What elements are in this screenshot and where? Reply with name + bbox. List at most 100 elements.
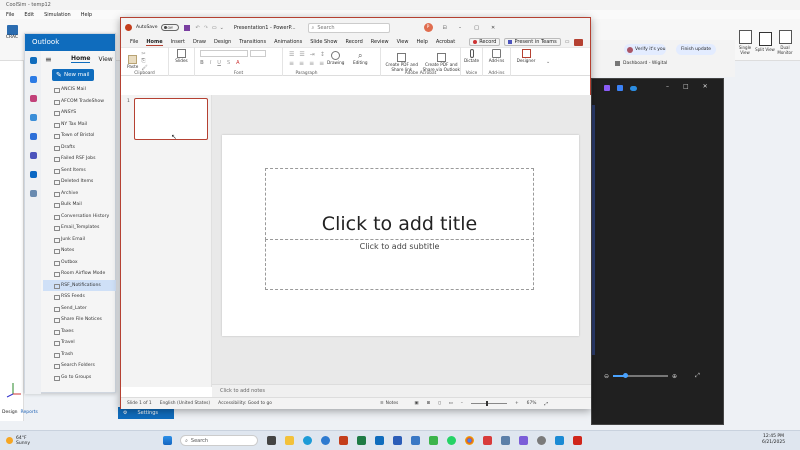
minimize-icon[interactable]: – bbox=[459, 25, 462, 31]
tab-draw[interactable]: Draw bbox=[193, 39, 206, 45]
copilot-icon[interactable] bbox=[29, 95, 37, 102]
teams-icon[interactable] bbox=[518, 436, 528, 445]
edge-icon[interactable] bbox=[302, 436, 312, 445]
dictate-button[interactable]: Dictate bbox=[461, 49, 482, 64]
tab-transitions[interactable]: Transitions bbox=[239, 39, 266, 45]
folder-item[interactable]: Bulk Mail bbox=[43, 199, 116, 211]
calendar-icon[interactable] bbox=[29, 76, 37, 83]
close-icon[interactable]: ✕ bbox=[491, 25, 495, 31]
maps-icon[interactable] bbox=[482, 436, 492, 445]
snipping-icon[interactable] bbox=[554, 436, 564, 445]
line-spacing-icon[interactable]: ↕ bbox=[320, 51, 325, 58]
bullets-icon[interactable]: ☰ bbox=[289, 51, 294, 58]
notes-pane[interactable]: Click to add notes bbox=[212, 384, 591, 397]
tab-animations[interactable]: Animations bbox=[274, 39, 302, 45]
align-left-icon[interactable]: ≡ bbox=[289, 60, 294, 67]
tab-view[interactable]: View bbox=[397, 39, 409, 45]
tab-design[interactable]: Design bbox=[214, 39, 231, 45]
taskbar-search[interactable]: ⌕ Search bbox=[180, 435, 259, 446]
apps-icon[interactable] bbox=[29, 190, 37, 197]
onedrive-icon[interactable] bbox=[29, 171, 37, 178]
dual-monitor-button[interactable]: Dual Monitor bbox=[775, 29, 795, 55]
italic-icon[interactable]: I bbox=[210, 60, 211, 66]
finish-update-button[interactable]: Finish update bbox=[676, 44, 716, 55]
align-center-icon[interactable]: ≡ bbox=[299, 60, 304, 67]
folder-item[interactable]: RSS Feeds bbox=[43, 291, 116, 303]
powerpoint-icon[interactable] bbox=[338, 436, 348, 445]
folder-item[interactable]: Go to Groups bbox=[43, 372, 116, 384]
new-mail-button[interactable]: ✎ New mail bbox=[52, 69, 94, 81]
crac-tool[interactable]: CRAC bbox=[4, 25, 20, 40]
slideshow-icon[interactable]: ▭ bbox=[449, 401, 453, 406]
zoom-slider[interactable] bbox=[470, 401, 507, 406]
folder-item[interactable]: NY Tax Mail bbox=[43, 119, 116, 131]
menu-simulation[interactable]: Simulation bbox=[44, 12, 71, 18]
title-placeholder[interactable]: Click to add title bbox=[265, 168, 534, 240]
outlook-icon[interactable] bbox=[374, 436, 384, 445]
folder-item[interactable]: Deleted Items bbox=[43, 176, 116, 188]
edge-dev-icon[interactable] bbox=[320, 436, 330, 445]
chrome-icon[interactable] bbox=[464, 436, 474, 445]
acrobat-icon[interactable] bbox=[572, 436, 582, 445]
folder-item[interactable]: Taxes bbox=[43, 326, 116, 338]
slide-canvas[interactable]: Click to add title Click to add subtitle bbox=[222, 135, 579, 336]
tab-file[interactable]: File bbox=[130, 39, 138, 45]
mail-icon[interactable] bbox=[29, 57, 37, 64]
drawing-button[interactable]: Drawing bbox=[327, 49, 344, 66]
bold-icon[interactable]: B bbox=[200, 60, 204, 66]
folder-item[interactable]: Town of Bristol bbox=[43, 130, 116, 142]
tab-help[interactable]: Help bbox=[416, 39, 427, 45]
folder-item[interactable]: Archive bbox=[43, 188, 116, 200]
tab-slideshow[interactable]: Slide Show bbox=[310, 39, 337, 45]
present-icon[interactable]: ▭ bbox=[212, 25, 217, 31]
menu-help[interactable]: Help bbox=[81, 12, 92, 18]
zoom-slider[interactable] bbox=[613, 373, 669, 378]
folder-item[interactable]: Search Folders bbox=[43, 360, 116, 372]
folder-item[interactable]: Drafts bbox=[43, 142, 116, 154]
folder-item[interactable]: Room Airflow Mode bbox=[43, 268, 116, 280]
save-icon[interactable] bbox=[183, 24, 190, 31]
ribbon-display-icon[interactable]: ⊟ bbox=[443, 25, 447, 31]
todo-icon[interactable] bbox=[29, 133, 37, 140]
windows-start-icon[interactable] bbox=[162, 436, 172, 445]
task-view-icon[interactable] bbox=[266, 436, 276, 445]
zoom-in-icon[interactable]: + bbox=[515, 401, 519, 406]
numbering-icon[interactable]: ☰ bbox=[299, 51, 304, 58]
green-app-icon[interactable] bbox=[428, 436, 438, 445]
font-name-dropdown[interactable] bbox=[200, 50, 248, 57]
tab-view[interactable]: View bbox=[98, 56, 112, 63]
tab-record[interactable]: Record bbox=[345, 39, 362, 45]
create-pdf-share-link-button[interactable]: Create PDF and Share link bbox=[385, 51, 419, 72]
folder-item[interactable]: Send_Later bbox=[43, 303, 116, 315]
people-icon[interactable] bbox=[29, 114, 37, 121]
zoom-level[interactable]: 67% bbox=[527, 401, 537, 406]
addins-button[interactable]: Add-ins bbox=[483, 49, 510, 64]
indent-icon[interactable]: ⇥ bbox=[310, 51, 315, 58]
tab-home[interactable]: Home bbox=[146, 39, 163, 46]
comments-icon[interactable]: ▭ bbox=[565, 39, 570, 45]
tab-review[interactable]: Review bbox=[371, 39, 389, 45]
zoom-out-icon[interactable]: – bbox=[461, 401, 463, 406]
zoom-out-icon[interactable]: ⊖ bbox=[604, 373, 609, 380]
avatar[interactable]: P bbox=[423, 23, 433, 32]
justify-icon[interactable]: ≡ bbox=[319, 60, 324, 67]
remote-desktop-icon[interactable] bbox=[500, 436, 510, 445]
strikethrough-icon[interactable]: S bbox=[227, 60, 230, 66]
reading-view-icon[interactable]: ▯ bbox=[438, 401, 440, 406]
teams-icon[interactable] bbox=[29, 152, 37, 159]
folder-item[interactable]: AFCOM TradeShow bbox=[43, 96, 116, 108]
single-view-button[interactable]: Single View bbox=[735, 29, 755, 55]
file-explorer-icon[interactable] bbox=[284, 436, 294, 445]
language-indicator[interactable]: English (United States) bbox=[160, 401, 210, 406]
close-icon[interactable]: ✕ bbox=[703, 83, 708, 90]
whatsapp-icon[interactable] bbox=[446, 436, 456, 445]
search-box[interactable]: ⌕ Search bbox=[307, 22, 390, 33]
excel-icon[interactable] bbox=[356, 436, 366, 445]
hamburger-icon[interactable]: ≡ bbox=[45, 55, 52, 64]
record-button[interactable]: Record bbox=[469, 38, 501, 46]
folder-item[interactable]: Notes bbox=[43, 245, 116, 257]
clock[interactable]: 12:45 PM 6/21/2025 bbox=[762, 434, 785, 446]
menu-edit[interactable]: Edit bbox=[24, 12, 34, 18]
tab-acrobat[interactable]: Acrobat bbox=[436, 39, 455, 45]
store-icon[interactable] bbox=[410, 436, 420, 445]
